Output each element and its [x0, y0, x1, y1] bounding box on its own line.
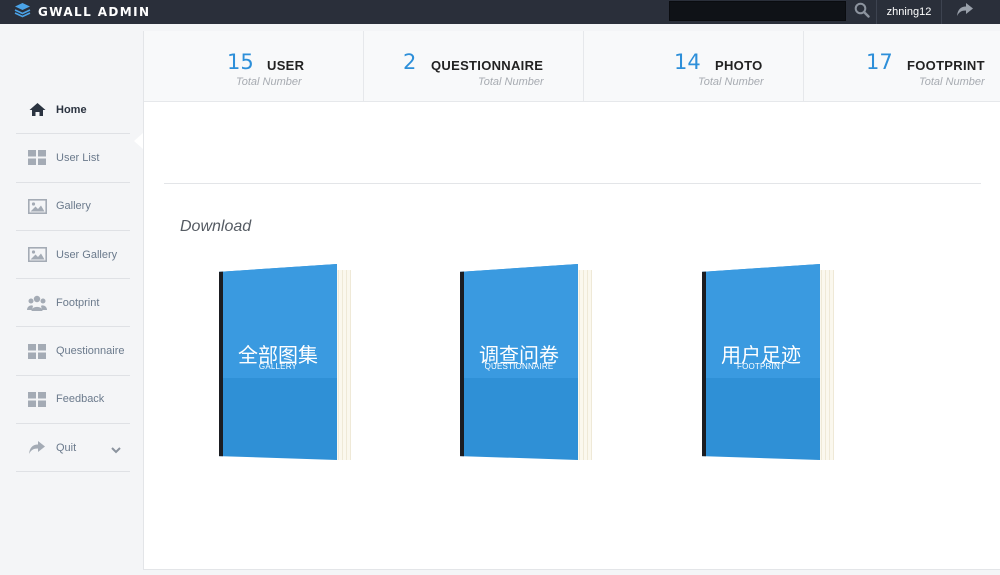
stat-subtitle: Total Number	[919, 76, 985, 88]
sidebar-item-questionnaire[interactable]: Questionnaire	[16, 327, 130, 376]
stat-number: 17	[866, 50, 893, 74]
stat-subtitle: Total Number	[236, 76, 302, 88]
grid-icon	[27, 149, 47, 167]
download-heading: Download	[180, 218, 252, 235]
book-cover: 全部图集 GALLERY	[219, 264, 337, 460]
sidebar-item-label: Questionnaire	[56, 345, 125, 358]
stat-title: QUESTIONNAIRE	[431, 58, 544, 73]
stat-subtitle: Total Number	[478, 76, 544, 88]
layers-icon	[14, 2, 31, 23]
search-input[interactable]	[669, 1, 846, 21]
download-book-questionnaire[interactable]: 调查问卷 QUESTIONNAIRE	[460, 264, 600, 464]
stat-subtitle: Total Number	[698, 76, 764, 88]
sidebar-item-label: User Gallery	[56, 248, 118, 261]
users-icon	[27, 294, 47, 312]
sidebar-item-user-list[interactable]: User List	[16, 134, 130, 183]
share-icon	[956, 2, 974, 22]
main-panel: 15 USER Total Number 2 QUESTIONNAIRE Tot…	[143, 31, 1000, 570]
active-item-pointer	[134, 133, 143, 149]
top-bar: GWALL ADMIN zhning12	[0, 0, 1000, 24]
book-cover: 调查问卷 QUESTIONNAIRE	[460, 264, 578, 460]
grid-icon	[27, 390, 47, 408]
sidebar-item-label: Quit	[56, 441, 77, 454]
sidebar: Home User List Gallery User Gallery Foot…	[0, 31, 143, 575]
sidebar-item-label: Home	[56, 103, 87, 116]
stat-number: 14	[674, 50, 701, 74]
download-book-footprint[interactable]: 用户足迹 FOOTPRINT	[702, 264, 842, 464]
sidebar-item-label: Footprint	[56, 296, 100, 309]
chevron-down-icon[interactable]	[111, 441, 121, 459]
sidebar-nav: Home User List Gallery User Gallery Foot…	[16, 86, 130, 473]
sidebar-item-feedback[interactable]: Feedback	[16, 376, 130, 425]
sidebar-item-label: Gallery	[56, 200, 91, 213]
sidebar-item-quit[interactable]: Quit	[16, 424, 130, 473]
brand[interactable]: GWALL ADMIN	[14, 2, 150, 22]
stat-title: PHOTO	[715, 58, 763, 73]
book-subtitle: QUESTIONNAIRE	[484, 362, 554, 371]
book-subtitle: GALLERY	[258, 362, 298, 371]
stat-title: FOOTPRINT	[907, 58, 985, 73]
download-book-gallery[interactable]: 全部图集 GALLERY	[219, 264, 359, 464]
book-cover: 用户足迹 FOOTPRINT	[702, 264, 820, 460]
grid-icon	[27, 342, 47, 360]
image-icon	[27, 246, 47, 264]
sidebar-item-home[interactable]: Home	[16, 86, 130, 135]
stat-questionnaire: 2 QUESTIONNAIRE Total Number	[364, 31, 584, 102]
stat-number: 15	[227, 50, 254, 74]
stat-title: USER	[267, 58, 305, 73]
divider	[164, 183, 981, 184]
user-menu[interactable]: zhning12	[876, 0, 942, 24]
sidebar-item-label: User List	[56, 151, 100, 164]
stats-bar: 15 USER Total Number 2 QUESTIONNAIRE Tot…	[144, 31, 1000, 102]
logout-button[interactable]	[944, 0, 986, 24]
book-subtitle: FOOTPRINT	[736, 362, 786, 371]
stat-photo: 14 PHOTO Total Number	[584, 31, 804, 102]
sidebar-item-label: Feedback	[56, 393, 105, 406]
stat-number: 2	[403, 50, 417, 74]
search-icon	[854, 2, 870, 23]
home-icon	[27, 101, 47, 119]
sidebar-item-gallery[interactable]: Gallery	[16, 183, 130, 231]
image-icon	[27, 197, 47, 215]
search-button[interactable]	[848, 0, 876, 24]
stat-user: 15 USER Total Number	[144, 31, 364, 102]
share-icon	[27, 439, 47, 457]
brand-name: GWALL ADMIN	[38, 5, 151, 19]
sidebar-item-footprint[interactable]: Footprint	[16, 279, 130, 328]
stat-footprint: 17 FOOTPRINT Total Number	[804, 31, 1000, 102]
sidebar-item-user-gallery[interactable]: User Gallery	[16, 231, 130, 280]
